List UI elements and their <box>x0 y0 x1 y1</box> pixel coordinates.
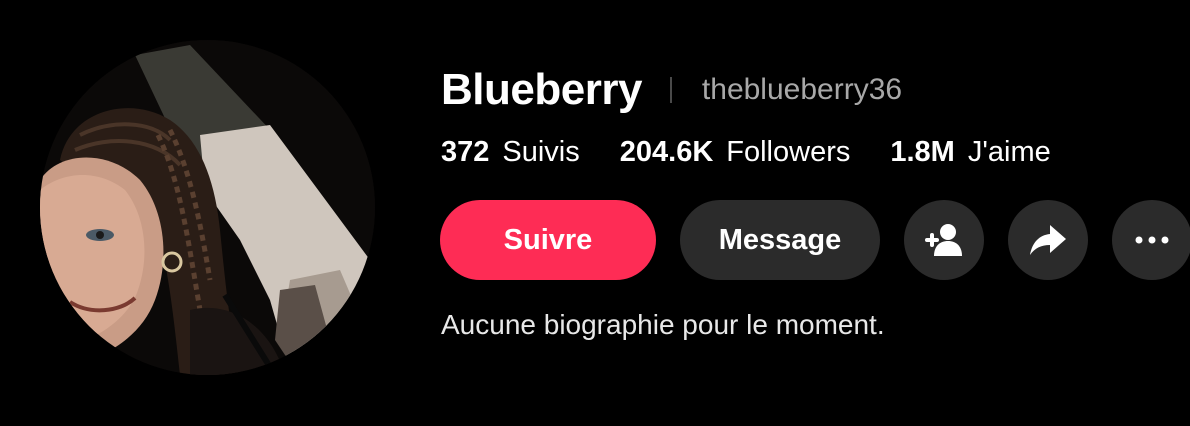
name-divider <box>669 77 672 103</box>
message-button[interactable]: Message <box>680 200 880 280</box>
profile-header: Blueberry theblueberry36 372 Suivis 204.… <box>0 0 1190 426</box>
actions-row: Suivre Message <box>440 200 1190 280</box>
username: theblueberry36 <box>701 73 903 106</box>
name-row: Blueberry theblueberry36 <box>441 62 902 118</box>
stat-label: J'aime <box>967 135 1051 168</box>
stat-value: 372 <box>441 135 490 168</box>
share-arrow-icon <box>1030 225 1066 255</box>
display-name: Blueberry <box>441 65 642 114</box>
stat-label: Followers <box>726 135 851 168</box>
stat-value: 204.6K <box>619 135 714 168</box>
bio-text: Aucune biographie pour le moment. <box>441 309 885 340</box>
person-plus-icon <box>925 224 962 256</box>
stat-label: Suivis <box>502 135 580 168</box>
add-friend-button[interactable] <box>904 200 984 280</box>
more-horizontal-icon <box>1135 236 1169 244</box>
avatar[interactable] <box>40 40 375 375</box>
follow-button[interactable]: Suivre <box>440 200 656 280</box>
stat-followers[interactable]: 204.6K Followers <box>620 136 851 169</box>
stat-following[interactable]: 372 Suivis <box>441 136 580 169</box>
stats-row: 372 Suivis 204.6K Followers 1.8M J'aime <box>441 130 1051 174</box>
share-button[interactable] <box>1008 200 1088 280</box>
stat-value: 1.8M <box>890 135 955 168</box>
stat-likes: 1.8M J'aime <box>890 136 1050 169</box>
more-options-button[interactable] <box>1112 200 1190 280</box>
avatar-photo <box>40 40 375 375</box>
